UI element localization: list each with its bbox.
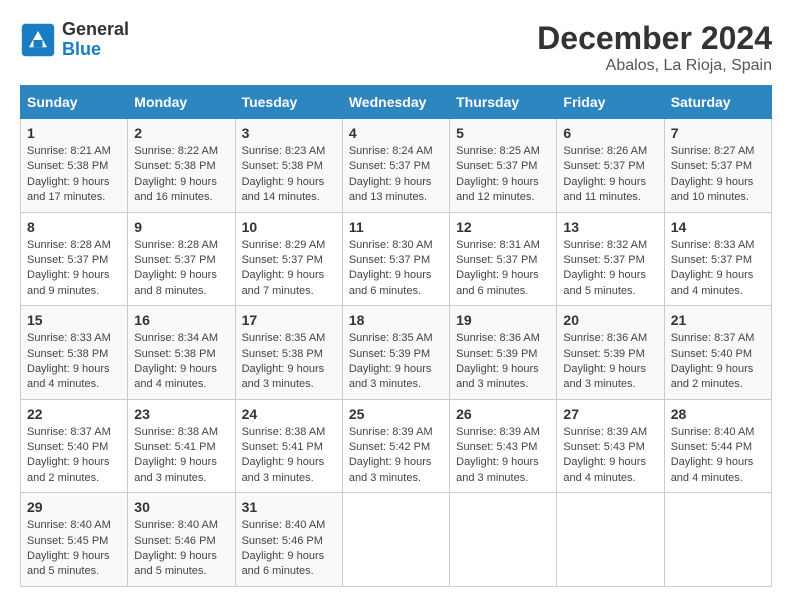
table-row bbox=[557, 493, 664, 587]
calendar-table: Sunday Monday Tuesday Wednesday Thursday… bbox=[20, 85, 772, 587]
table-row: 20Sunrise: 8:36 AMSunset: 5:39 PMDayligh… bbox=[557, 306, 664, 400]
col-wednesday: Wednesday bbox=[342, 86, 449, 119]
table-row bbox=[450, 493, 557, 587]
col-saturday: Saturday bbox=[664, 86, 771, 119]
table-row: 26Sunrise: 8:39 AMSunset: 5:43 PMDayligh… bbox=[450, 399, 557, 493]
logo-icon bbox=[20, 22, 56, 58]
logo-line1: General bbox=[62, 20, 129, 40]
table-row: 10Sunrise: 8:29 AMSunset: 5:37 PMDayligh… bbox=[235, 212, 342, 306]
col-thursday: Thursday bbox=[450, 86, 557, 119]
col-monday: Monday bbox=[128, 86, 235, 119]
table-row: 21Sunrise: 8:37 AMSunset: 5:40 PMDayligh… bbox=[664, 306, 771, 400]
table-row: 12Sunrise: 8:31 AMSunset: 5:37 PMDayligh… bbox=[450, 212, 557, 306]
table-row: 4Sunrise: 8:24 AMSunset: 5:37 PMDaylight… bbox=[342, 119, 449, 213]
table-row: 25Sunrise: 8:39 AMSunset: 5:42 PMDayligh… bbox=[342, 399, 449, 493]
table-row: 27Sunrise: 8:39 AMSunset: 5:43 PMDayligh… bbox=[557, 399, 664, 493]
calendar-subtitle: Abalos, La Rioja, Spain bbox=[537, 57, 772, 75]
table-row bbox=[664, 493, 771, 587]
title-block: December 2024 Abalos, La Rioja, Spain bbox=[537, 20, 772, 75]
col-tuesday: Tuesday bbox=[235, 86, 342, 119]
calendar-title: December 2024 bbox=[537, 20, 772, 57]
col-sunday: Sunday bbox=[21, 86, 128, 119]
table-row: 15Sunrise: 8:33 AMSunset: 5:38 PMDayligh… bbox=[21, 306, 128, 400]
calendar-header-row: Sunday Monday Tuesday Wednesday Thursday… bbox=[21, 86, 772, 119]
table-row: 7Sunrise: 8:27 AMSunset: 5:37 PMDaylight… bbox=[664, 119, 771, 213]
table-row: 16Sunrise: 8:34 AMSunset: 5:38 PMDayligh… bbox=[128, 306, 235, 400]
logo-line2: Blue bbox=[62, 40, 129, 60]
table-row: 28Sunrise: 8:40 AMSunset: 5:44 PMDayligh… bbox=[664, 399, 771, 493]
table-row: 22Sunrise: 8:37 AMSunset: 5:40 PMDayligh… bbox=[21, 399, 128, 493]
page-header: General Blue December 2024 Abalos, La Ri… bbox=[20, 20, 772, 75]
table-row: 17Sunrise: 8:35 AMSunset: 5:38 PMDayligh… bbox=[235, 306, 342, 400]
table-row: 2Sunrise: 8:22 AMSunset: 5:38 PMDaylight… bbox=[128, 119, 235, 213]
table-row: 11Sunrise: 8:30 AMSunset: 5:37 PMDayligh… bbox=[342, 212, 449, 306]
table-row: 30Sunrise: 8:40 AMSunset: 5:46 PMDayligh… bbox=[128, 493, 235, 587]
table-row: 1Sunrise: 8:21 AMSunset: 5:38 PMDaylight… bbox=[21, 119, 128, 213]
table-row: 5Sunrise: 8:25 AMSunset: 5:37 PMDaylight… bbox=[450, 119, 557, 213]
table-row: 6Sunrise: 8:26 AMSunset: 5:37 PMDaylight… bbox=[557, 119, 664, 213]
col-friday: Friday bbox=[557, 86, 664, 119]
table-row: 18Sunrise: 8:35 AMSunset: 5:39 PMDayligh… bbox=[342, 306, 449, 400]
table-row: 9Sunrise: 8:28 AMSunset: 5:37 PMDaylight… bbox=[128, 212, 235, 306]
table-row: 23Sunrise: 8:38 AMSunset: 5:41 PMDayligh… bbox=[128, 399, 235, 493]
logo-text: General Blue bbox=[62, 20, 129, 60]
table-row: 29Sunrise: 8:40 AMSunset: 5:45 PMDayligh… bbox=[21, 493, 128, 587]
table-row: 8Sunrise: 8:28 AMSunset: 5:37 PMDaylight… bbox=[21, 212, 128, 306]
table-row: 24Sunrise: 8:38 AMSunset: 5:41 PMDayligh… bbox=[235, 399, 342, 493]
table-row: 31Sunrise: 8:40 AMSunset: 5:46 PMDayligh… bbox=[235, 493, 342, 587]
table-row bbox=[342, 493, 449, 587]
table-row: 14Sunrise: 8:33 AMSunset: 5:37 PMDayligh… bbox=[664, 212, 771, 306]
table-row: 3Sunrise: 8:23 AMSunset: 5:38 PMDaylight… bbox=[235, 119, 342, 213]
logo: General Blue bbox=[20, 20, 129, 60]
table-row: 13Sunrise: 8:32 AMSunset: 5:37 PMDayligh… bbox=[557, 212, 664, 306]
table-row: 19Sunrise: 8:36 AMSunset: 5:39 PMDayligh… bbox=[450, 306, 557, 400]
